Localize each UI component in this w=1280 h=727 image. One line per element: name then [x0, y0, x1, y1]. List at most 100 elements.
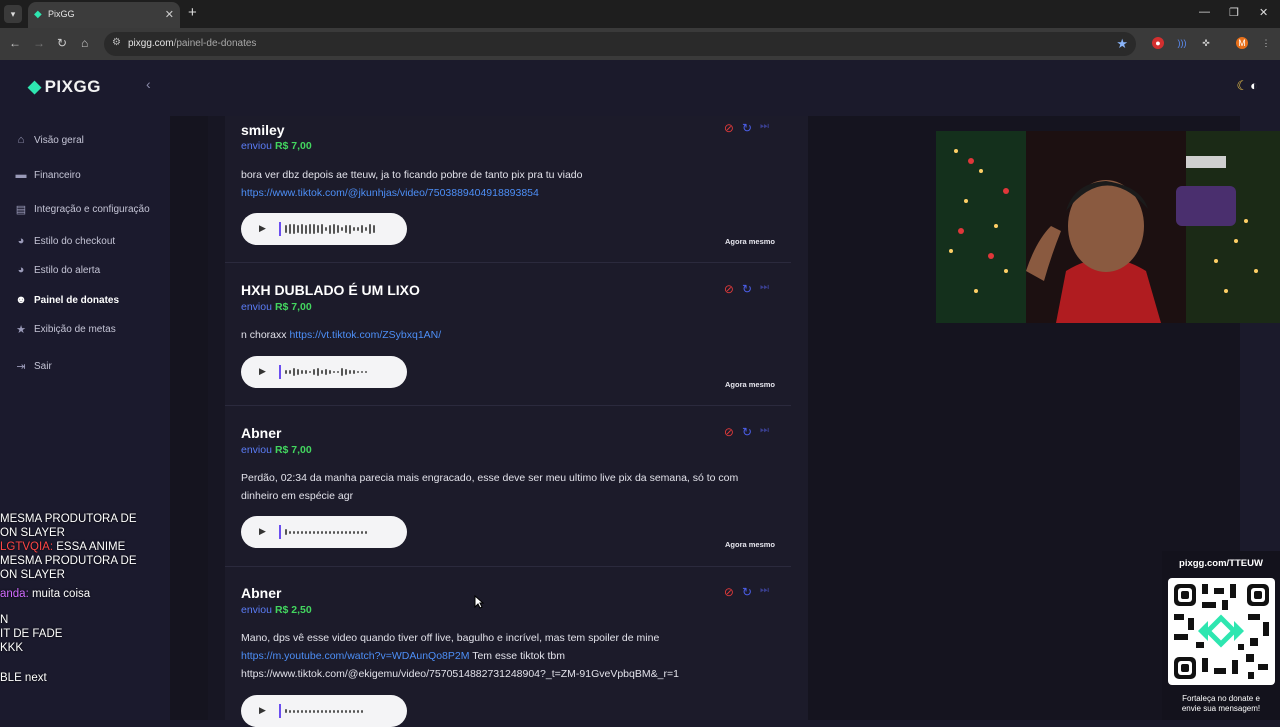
home-button[interactable]: ⌂: [81, 36, 88, 50]
tab-search-button[interactable]: ▾: [4, 5, 22, 23]
donation-actions: ⊘ ↻ ⏭: [724, 425, 769, 439]
block-icon[interactable]: ⊘: [724, 282, 734, 296]
audio-player[interactable]: ▶: [241, 213, 407, 245]
chat-line: LGTVQIA: ESSA ANIME: [0, 540, 170, 554]
chat-text: MESMA PRODUTORA DE: [0, 513, 137, 525]
sent-label: enviou: [241, 301, 272, 313]
close-window-button[interactable]: ✕: [1259, 6, 1268, 19]
new-tab-button[interactable]: +: [188, 5, 197, 20]
sidebar-item-label: Estilo do alerta: [34, 264, 101, 276]
sidebar-item-estilo-checkout[interactable]: ◕ Estilo do checkout: [14, 232, 116, 250]
cast-icon[interactable]: ))): [1176, 37, 1188, 49]
play-icon[interactable]: ▶: [259, 366, 266, 377]
message-text: bora ver dbz depois ae tteuw, ja to fica…: [241, 169, 583, 181]
bookmark-star-icon[interactable]: ★: [1116, 36, 1128, 52]
sidebar-item-integracao[interactable]: ▤ Integração e configuração: [14, 200, 150, 218]
sidebar-item-exibicao-metas[interactable]: ★ Exibição de metas: [14, 320, 116, 338]
pixgg-logo-icon: ◆: [28, 77, 42, 96]
donation-card: HXH DUBLADO É UM LIXO ⊘ ↻ ⏭ enviou R$ 7,0…: [225, 264, 791, 406]
donation-card: smiley ⊘ ↻ ⏭ enviou R$ 7,00 bora ver dbz …: [225, 116, 791, 263]
replay-icon[interactable]: ↻: [742, 585, 752, 599]
browser-tab-strip: ▾ ◆ PixGG ✕ + — ❐ ✕: [0, 0, 1280, 28]
extension-icon[interactable]: ●: [1152, 37, 1164, 49]
minimize-button[interactable]: —: [1199, 6, 1210, 18]
chat-line: ON SLAYER: [0, 526, 170, 540]
donation-amount: R$ 7,00: [274, 444, 312, 456]
chat-text: KKK: [0, 642, 24, 654]
sidebar-item-painel-donates[interactable]: ☻ Painel de donates: [14, 291, 119, 309]
sidebar-item-estilo-alerta[interactable]: ◕ Estilo do alerta: [14, 261, 100, 279]
sidebar-item-label: Exibição de metas: [34, 323, 116, 335]
qr-caption-line: envie sua mensagem!: [1181, 704, 1261, 713]
palette-icon: ◕: [17, 264, 25, 276]
donor-name: Abner: [241, 585, 282, 601]
skip-icon[interactable]: ⏭: [760, 425, 769, 439]
play-icon[interactable]: ▶: [259, 526, 266, 537]
waveform[interactable]: [279, 222, 375, 236]
sidebar-item-financeiro[interactable]: ▬ Financeiro: [14, 166, 81, 184]
sidebar-item-label: Painel de donates: [34, 294, 120, 306]
message-link[interactable]: https://m.youtube.com/watch?v=WDAunQo8P2…: [241, 650, 469, 662]
message-text: https://www.tiktok.com/@ekigemu/video/75…: [241, 668, 679, 680]
chat-line: ON SLAYER: [0, 568, 170, 582]
collapse-sidebar-icon[interactable]: ‹: [146, 76, 151, 92]
chat-text: ESSA ANIME: [53, 541, 126, 553]
audio-player[interactable]: ▶: [241, 356, 407, 388]
theme-toggle[interactable]: ☾ ◐: [1236, 78, 1258, 94]
block-icon[interactable]: ⊘: [724, 425, 734, 439]
pixgg-logo[interactable]: ◆ PIXGG: [28, 77, 101, 97]
chat-username: anda:: [0, 588, 29, 600]
qr-code-graphic: [1174, 584, 1269, 679]
puzzle-extensions-icon[interactable]: ✜: [1200, 37, 1212, 49]
donation-amount: R$ 2,50: [274, 604, 312, 616]
waveform[interactable]: [279, 365, 367, 379]
qr-caption-line: Fortaleça no donate e: [1182, 694, 1260, 703]
play-icon[interactable]: ▶: [259, 705, 266, 716]
sidebar-item-label: Estilo do checkout: [34, 235, 116, 247]
wallet-icon: ▬: [15, 169, 27, 181]
block-icon[interactable]: ⊘: [724, 121, 734, 135]
waveform[interactable]: [279, 704, 363, 718]
chat-line: MESMA PRODUTORA DE: [0, 554, 170, 568]
audio-player[interactable]: ▶: [241, 695, 407, 727]
replay-icon[interactable]: ↻: [742, 425, 752, 439]
skip-icon[interactable]: ⏭: [760, 282, 769, 296]
chat-text: MESMA PRODUTORA DE: [0, 555, 137, 567]
menu-kebab-icon[interactable]: ⋮: [1260, 37, 1272, 49]
reload-button[interactable]: ↻: [57, 36, 67, 50]
skip-icon[interactable]: ⏭: [760, 585, 769, 599]
replay-icon[interactable]: ↻: [742, 282, 752, 296]
chat-text: ON SLAYER: [0, 527, 65, 539]
skip-icon[interactable]: ⏭: [760, 121, 769, 135]
forward-button[interactable]: →: [33, 36, 45, 50]
play-icon[interactable]: ▶: [259, 223, 266, 234]
chat-username: LGTVQIA:: [0, 541, 54, 553]
message-link-line: https://m.youtube.com/watch?v=WDAunQo8P2…: [241, 647, 781, 665]
donation-actions: ⊘ ↻ ⏭: [724, 585, 769, 599]
sidebar-item-visao-geral[interactable]: ⌂ Visão geral: [14, 131, 84, 149]
donor-name: Abner: [241, 425, 282, 441]
chat-text: muita coisa: [28, 588, 91, 600]
address-bar[interactable]: ⚙ pixgg.com/painel-de-donates ★: [104, 32, 1136, 56]
back-button[interactable]: ←: [9, 36, 21, 50]
browser-tab[interactable]: ◆ PixGG ✕: [28, 2, 180, 28]
block-icon[interactable]: ⊘: [724, 585, 734, 599]
chat-line: N: [0, 613, 170, 627]
close-tab-icon[interactable]: ✕: [165, 8, 174, 21]
mouse-cursor-icon: [474, 595, 484, 609]
donation-amount-line: enviou R$ 7,00: [241, 444, 312, 456]
audio-player[interactable]: ▶: [241, 516, 407, 548]
message-link[interactable]: https://vt.tiktok.com/ZSybxq1AN/: [289, 329, 441, 341]
donation-actions: ⊘ ↻ ⏭: [724, 121, 769, 135]
users-icon: ☻: [15, 294, 27, 306]
site-info-icon[interactable]: ⚙: [112, 37, 121, 48]
profile-avatar[interactable]: M: [1236, 37, 1248, 49]
sidebar-item-sair[interactable]: ⇥ Sair: [14, 357, 51, 375]
waveform[interactable]: [279, 525, 367, 539]
donation-time: Agora mesmo: [724, 380, 775, 389]
webcam-overlay: [936, 131, 1280, 323]
sidebar-item-label: Financeiro: [34, 169, 81, 181]
restore-button[interactable]: ❐: [1229, 6, 1239, 19]
message-link[interactable]: https://www.tiktok.com/@jkunhjas/video/7…: [241, 187, 539, 199]
replay-icon[interactable]: ↻: [742, 121, 752, 135]
